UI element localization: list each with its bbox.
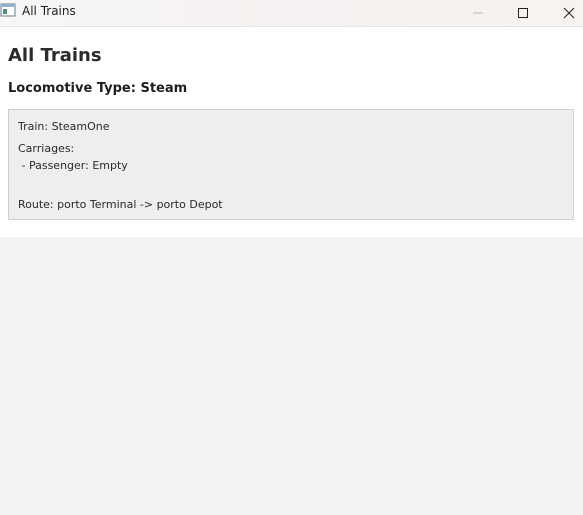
train-name: Train: SteamOne	[18, 120, 110, 133]
route-text: Route: porto Terminal -> porto Depot	[18, 198, 223, 211]
carriage-item: - Passenger: Empty	[18, 159, 128, 172]
carriages-label: Carriages:	[18, 142, 75, 155]
window-title: All Trains	[22, 4, 76, 18]
maximize-icon	[517, 4, 529, 23]
minimize-icon	[472, 4, 484, 23]
app-window: All Trains All Trains Locomotive Type: S…	[0, 0, 583, 515]
page-title: All Trains	[8, 45, 102, 66]
close-icon	[563, 4, 575, 23]
close-button[interactable]	[546, 0, 583, 26]
title-bar[interactable]: All Trains	[0, 0, 583, 27]
maximize-button[interactable]	[500, 0, 546, 26]
content-panel: All Trains Locomotive Type: Steam Train:…	[0, 27, 583, 237]
locomotive-type-heading: Locomotive Type: Steam	[8, 81, 188, 96]
minimize-button[interactable]	[455, 0, 501, 26]
train-card: Train: SteamOne Carriages: - Passenger: …	[8, 109, 574, 220]
app-window-icon	[0, 2, 16, 18]
